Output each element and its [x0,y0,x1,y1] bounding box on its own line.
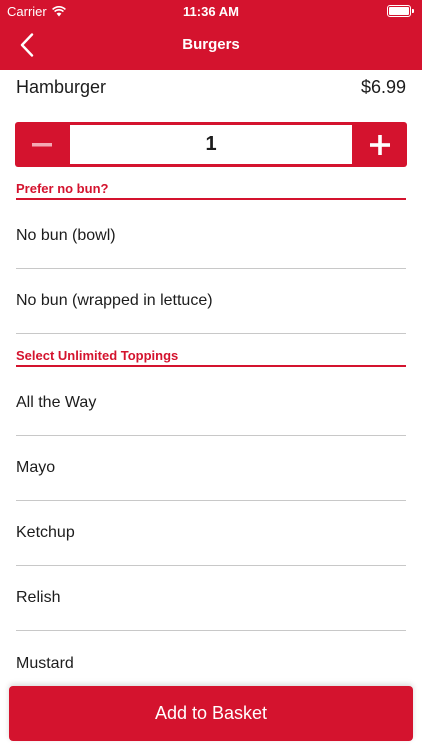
option-label: No bun (bowl) [16,227,116,244]
quantity-value: 1 [70,125,352,164]
option-label: Mayo [16,459,56,476]
header: Carrier 11:36 AM Burgers [0,0,422,70]
battery-icon [387,5,414,17]
status-time: 11:36 AM [183,4,239,19]
status-bar: Carrier 11:36 AM [0,0,422,22]
quantity-stepper: 1 [15,122,407,167]
option-label: Relish [16,589,61,606]
item-name: Hamburger [16,76,107,97]
option-label: No bun (wrapped in lettuce) [16,292,213,309]
option-topping-all-the-way[interactable]: All the Way [16,371,406,436]
page-title: Burgers [182,36,240,53]
item-row: Hamburger $6.99 [16,76,406,98]
section-header-no-bun: Prefer no bun? [16,180,406,200]
option-label: Mustard [16,654,74,672]
option-no-bun-lettuce[interactable]: No bun (wrapped in lettuce) [16,269,406,334]
add-to-basket-button[interactable]: Add to Basket [9,686,413,741]
option-no-bun-bowl[interactable]: No bun (bowl) [16,204,406,269]
decrease-quantity-button[interactable] [15,122,69,167]
option-topping-mayo[interactable]: Mayo [16,436,406,501]
option-label: All the Way [16,394,97,411]
increase-quantity-button[interactable] [353,122,407,167]
item-price: $6.99 [360,76,406,97]
option-topping-relish[interactable]: Relish [16,566,406,631]
nav-bar: Burgers [0,22,422,70]
plus-icon [370,134,390,155]
option-topping-ketchup[interactable]: Ketchup [16,501,406,566]
option-label: Ketchup [16,524,75,541]
app-root: Carrier 11:36 AM Burgers Hamburger $6.99… [0,0,422,750]
minus-icon [32,142,52,146]
section-header-toppings: Select Unlimited Toppings [16,347,406,367]
